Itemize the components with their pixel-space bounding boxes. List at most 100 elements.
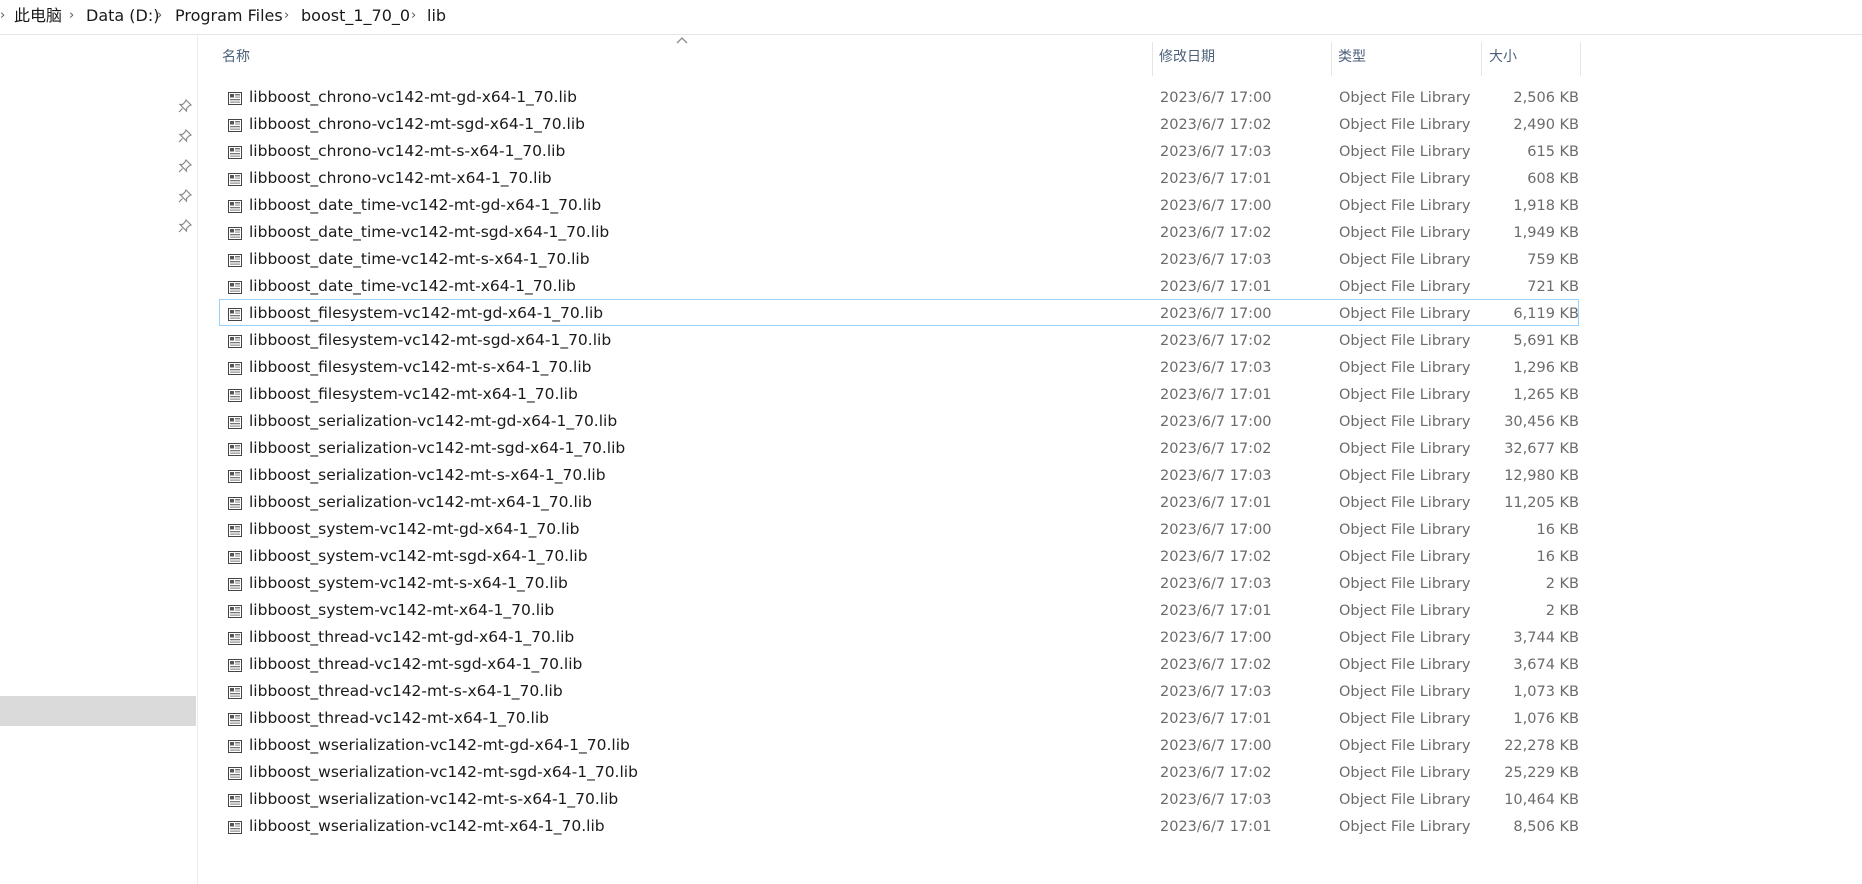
file-row[interactable]: libboost_system-vc142-mt-sgd-x64-1_70.li…	[219, 542, 1579, 569]
file-row[interactable]: libboost_system-vc142-mt-s-x64-1_70.lib 2…	[219, 569, 1579, 596]
breadcrumb-boost[interactable]: boost_1_70_0	[301, 5, 410, 27]
file-row[interactable]: libboost_date_time-vc142-mt-sgd-x64-1_70…	[219, 218, 1579, 245]
pin-icon[interactable]	[178, 189, 192, 203]
file-name[interactable]: libboost_chrono-vc142-mt-gd-x64-1_70.lib	[249, 86, 577, 108]
file-row[interactable]: libboost_thread-vc142-mt-gd-x64-1_70.lib…	[219, 623, 1579, 650]
column-header-type[interactable]: 类型	[1338, 46, 1366, 68]
chevron-right-icon[interactable]: ›	[0, 6, 5, 26]
file-row[interactable]: libboost_chrono-vc142-mt-sgd-x64-1_70.li…	[219, 110, 1579, 137]
chevron-right-icon[interactable]: ›	[69, 6, 74, 26]
breadcrumb-this-pc[interactable]: 此电脑	[14, 5, 62, 27]
breadcrumb-program-files[interactable]: Program Files	[175, 5, 283, 27]
file-size: 8,506 KB	[1513, 819, 1579, 835]
file-row[interactable]: libboost_serialization-vc142-mt-gd-x64-1…	[219, 407, 1579, 434]
file-row[interactable]: libboost_filesystem-vc142-mt-sgd-x64-1_7…	[219, 326, 1579, 353]
pin-icon[interactable]	[178, 219, 192, 233]
column-header-name[interactable]: 名称	[222, 46, 250, 68]
file-row[interactable]: libboost_serialization-vc142-mt-s-x64-1_…	[219, 461, 1579, 488]
lib-file-icon	[228, 495, 242, 510]
file-row[interactable]: libboost_filesystem-vc142-mt-s-x64-1_70.…	[219, 353, 1579, 380]
file-row[interactable]: libboost_filesystem-vc142-mt-gd-x64-1_70…	[219, 299, 1579, 326]
chevron-right-icon[interactable]: ›	[284, 6, 289, 26]
column-header-modified[interactable]: 修改日期	[1159, 46, 1215, 68]
file-row[interactable]: libboost_serialization-vc142-mt-sgd-x64-…	[219, 434, 1579, 461]
file-name[interactable]: libboost_date_time-vc142-mt-x64-1_70.lib	[249, 275, 576, 297]
file-row[interactable]: libboost_thread-vc142-mt-sgd-x64-1_70.li…	[219, 650, 1579, 677]
file-name[interactable]: libboost_date_time-vc142-mt-sgd-x64-1_70…	[249, 221, 609, 243]
file-name[interactable]: libboost_thread-vc142-mt-sgd-x64-1_70.li…	[249, 653, 582, 675]
pin-icon[interactable]	[178, 129, 192, 143]
file-name[interactable]: libboost_serialization-vc142-mt-gd-x64-1…	[249, 410, 617, 432]
file-name[interactable]: libboost_serialization-vc142-mt-x64-1_70…	[249, 491, 592, 513]
file-name[interactable]: libboost_thread-vc142-mt-s-x64-1_70.lib	[249, 680, 563, 702]
chevron-right-icon[interactable]: ›	[157, 6, 162, 26]
file-row[interactable]: libboost_date_time-vc142-mt-x64-1_70.lib…	[219, 272, 1579, 299]
file-row[interactable]: libboost_chrono-vc142-mt-s-x64-1_70.lib 2…	[219, 137, 1579, 164]
file-row[interactable]: libboost_chrono-vc142-mt-gd-x64-1_70.lib…	[219, 83, 1579, 110]
chevron-right-icon[interactable]: ›	[411, 6, 416, 26]
pin-icon[interactable]	[178, 99, 192, 113]
file-name[interactable]: libboost_filesystem-vc142-mt-s-x64-1_70.…	[249, 356, 592, 378]
file-name[interactable]: libboost_wserialization-vc142-mt-s-x64-1…	[249, 788, 618, 810]
file-name[interactable]: libboost_serialization-vc142-mt-s-x64-1_…	[249, 464, 606, 486]
file-name[interactable]: libboost_thread-vc142-mt-x64-1_70.lib	[249, 707, 549, 729]
breadcrumb-lib[interactable]: lib	[427, 5, 446, 27]
file-row[interactable]: libboost_date_time-vc142-mt-gd-x64-1_70.…	[219, 191, 1579, 218]
file-name[interactable]: libboost_system-vc142-mt-gd-x64-1_70.lib	[249, 518, 580, 540]
breadcrumb-data-drive[interactable]: Data (D:)	[86, 5, 159, 27]
file-name[interactable]: libboost_wserialization-vc142-mt-sgd-x64…	[249, 761, 638, 783]
file-row[interactable]: libboost_date_time-vc142-mt-s-x64-1_70.l…	[219, 245, 1579, 272]
column-header-size[interactable]: 大小	[1489, 46, 1517, 68]
file-name[interactable]: libboost_chrono-vc142-mt-s-x64-1_70.lib	[249, 140, 565, 162]
file-size: 16 KB	[1536, 549, 1579, 565]
lib-file-icon	[228, 765, 242, 780]
file-modified: 2023/6/7 17:00	[1160, 522, 1272, 538]
file-row[interactable]: libboost_wserialization-vc142-mt-s-x64-1…	[219, 785, 1579, 812]
file-name[interactable]: libboost_chrono-vc142-mt-x64-1_70.lib	[249, 167, 552, 189]
file-name[interactable]: libboost_filesystem-vc142-mt-x64-1_70.li…	[249, 383, 578, 405]
file-name[interactable]: libboost_serialization-vc142-mt-sgd-x64-…	[249, 437, 625, 459]
file-row[interactable]: libboost_thread-vc142-mt-s-x64-1_70.lib 2…	[219, 677, 1579, 704]
file-modified: 2023/6/7 17:02	[1160, 549, 1272, 565]
file-name[interactable]: libboost_date_time-vc142-mt-s-x64-1_70.l…	[249, 248, 590, 270]
file-row[interactable]: libboost_wserialization-vc142-mt-sgd-x64…	[219, 758, 1579, 785]
column-divider[interactable]	[1481, 42, 1482, 76]
column-divider[interactable]	[1580, 42, 1581, 76]
file-name[interactable]: libboost_filesystem-vc142-mt-sgd-x64-1_7…	[249, 329, 611, 351]
file-name[interactable]: libboost_wserialization-vc142-mt-x64-1_7…	[249, 815, 605, 837]
address-bar[interactable]: › 此电脑 › Data (D:) › Program Files › boos…	[0, 0, 1862, 35]
file-name[interactable]: libboost_system-vc142-mt-s-x64-1_70.lib	[249, 572, 568, 594]
navigation-pane[interactable]	[0, 35, 198, 884]
column-divider[interactable]	[1152, 42, 1153, 76]
file-name[interactable]: libboost_system-vc142-mt-sgd-x64-1_70.li…	[249, 545, 588, 567]
file-row[interactable]: libboost_thread-vc142-mt-x64-1_70.lib 202…	[219, 704, 1579, 731]
lib-file-icon	[228, 522, 242, 537]
column-divider[interactable]	[1331, 42, 1332, 76]
file-size: 11,205 KB	[1504, 495, 1579, 511]
lib-file-icon	[228, 792, 242, 807]
file-name[interactable]: libboost_thread-vc142-mt-gd-x64-1_70.lib	[249, 626, 574, 648]
file-size: 721 KB	[1527, 279, 1579, 295]
file-row[interactable]: libboost_chrono-vc142-mt-x64-1_70.lib 202…	[219, 164, 1579, 191]
file-name[interactable]: libboost_filesystem-vc142-mt-gd-x64-1_70…	[249, 302, 603, 324]
file-modified: 2023/6/7 17:02	[1160, 441, 1272, 457]
pin-icon[interactable]	[178, 159, 192, 173]
lib-file-icon	[228, 441, 242, 456]
file-row[interactable]: libboost_wserialization-vc142-mt-x64-1_7…	[219, 812, 1579, 839]
file-name[interactable]: libboost_date_time-vc142-mt-gd-x64-1_70.…	[249, 194, 601, 216]
lib-file-icon	[228, 738, 242, 753]
file-modified: 2023/6/7 17:03	[1160, 360, 1272, 376]
file-size: 2,490 KB	[1513, 117, 1579, 133]
file-row[interactable]: libboost_system-vc142-mt-gd-x64-1_70.lib…	[219, 515, 1579, 542]
file-row[interactable]: libboost_serialization-vc142-mt-x64-1_70…	[219, 488, 1579, 515]
file-size: 2 KB	[1545, 576, 1579, 592]
nav-selected-item[interactable]	[0, 696, 196, 726]
file-row[interactable]: libboost_system-vc142-mt-x64-1_70.lib 202…	[219, 596, 1579, 623]
lib-file-icon	[228, 387, 242, 402]
file-row[interactable]: libboost_filesystem-vc142-mt-x64-1_70.li…	[219, 380, 1579, 407]
file-name[interactable]: libboost_wserialization-vc142-mt-gd-x64-…	[249, 734, 630, 756]
file-modified: 2023/6/7 17:01	[1160, 819, 1272, 835]
file-name[interactable]: libboost_chrono-vc142-mt-sgd-x64-1_70.li…	[249, 113, 585, 135]
file-row[interactable]: libboost_wserialization-vc142-mt-gd-x64-…	[219, 731, 1579, 758]
file-name[interactable]: libboost_system-vc142-mt-x64-1_70.lib	[249, 599, 554, 621]
